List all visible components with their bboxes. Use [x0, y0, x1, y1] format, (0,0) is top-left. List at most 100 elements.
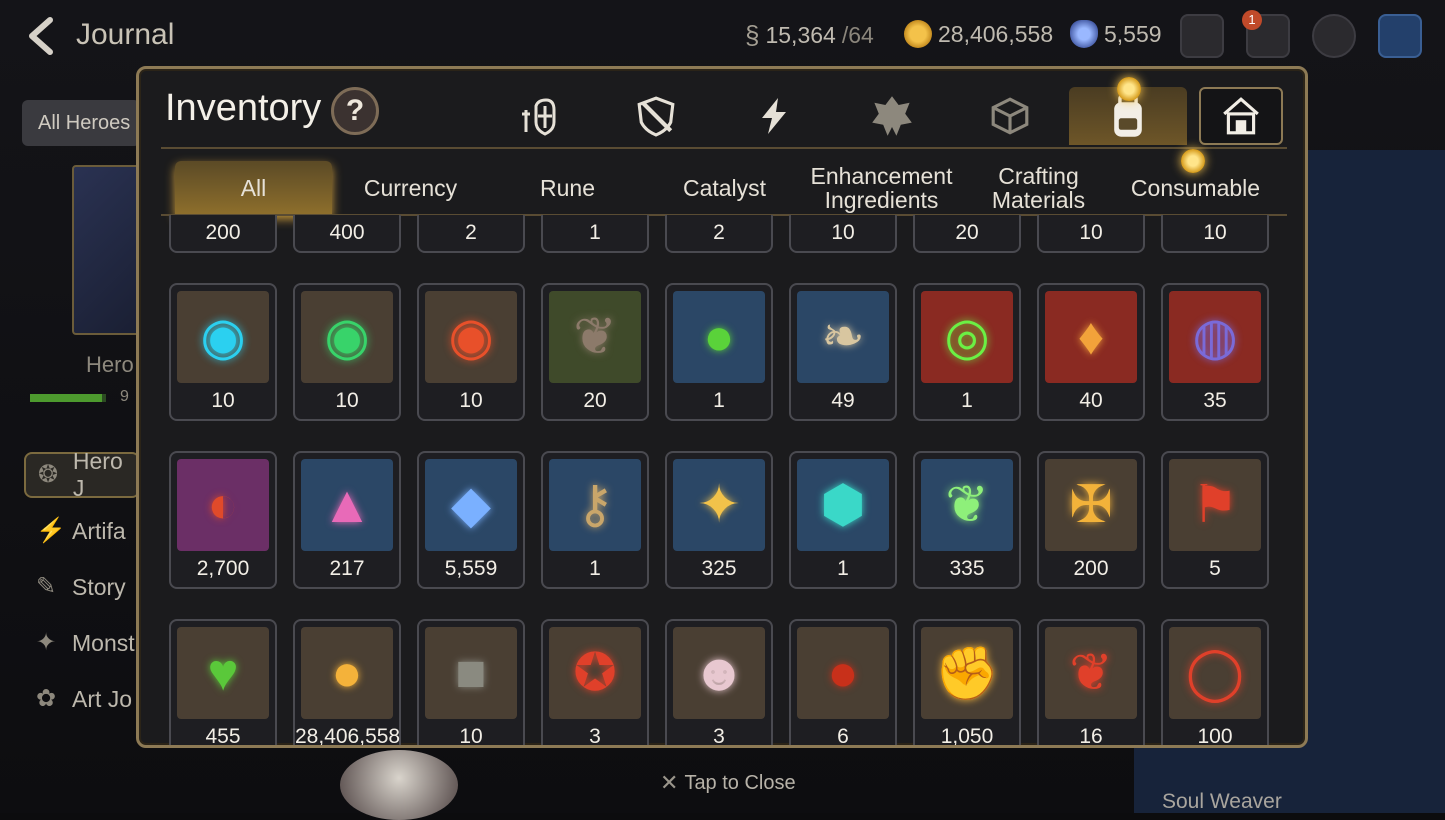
tab-hero-gear[interactable]: [479, 87, 597, 145]
inventory-item[interactable]: ❧49: [789, 283, 897, 421]
pendant-icon: ◍: [1169, 291, 1261, 383]
tab-material[interactable]: [951, 87, 1069, 145]
skystone-display[interactable]: 5,559: [1070, 20, 1162, 48]
item-quantity: 3: [543, 725, 647, 748]
gold-emblem-icon: ✠: [1045, 459, 1137, 551]
consumable-notification-dot: [1181, 149, 1205, 173]
inventory-item[interactable]: ▲217: [293, 451, 401, 589]
inventory-item[interactable]: ◉ 10: [417, 283, 525, 421]
inventory-item[interactable]: ◯100: [1161, 619, 1269, 748]
subtab-rune[interactable]: Rune: [489, 161, 646, 215]
amber-crystal-icon: ♦: [1045, 291, 1137, 383]
inventory-item[interactable]: ✪3: [541, 619, 649, 748]
inventory-item[interactable]: 400: [293, 215, 401, 253]
inventory-item[interactable]: ◆5,559: [417, 451, 525, 589]
inventory-item[interactable]: ❦20: [541, 283, 649, 421]
inventory-item[interactable]: ❦335: [913, 451, 1021, 589]
stone-cube-icon: ■: [425, 627, 517, 719]
help-button[interactable]: ?: [331, 87, 379, 135]
inventory-item[interactable]: ✊1,050: [913, 619, 1021, 748]
inventory-item[interactable]: ■10: [417, 619, 525, 748]
subtab-currency[interactable]: Currency: [332, 161, 489, 215]
item-quantity: 200: [1039, 557, 1143, 581]
inventory-item[interactable]: ◐2,700: [169, 451, 277, 589]
stamina-value: 15,364: [765, 22, 835, 49]
inventory-item[interactable]: ●28,406,558: [293, 619, 401, 748]
tab-storage[interactable]: [1199, 87, 1283, 145]
inventory-item[interactable]: ⚷1: [541, 451, 649, 589]
subtab-crafting[interactable]: Crafting Materials: [960, 161, 1117, 215]
shop-button[interactable]: [1180, 14, 1224, 58]
cube-icon: [989, 95, 1031, 137]
inventory-item[interactable]: 200: [169, 215, 277, 253]
inventory-item[interactable]: 2: [417, 215, 525, 253]
gold-display[interactable]: 28,406,558: [904, 20, 1053, 48]
stamina-display[interactable]: § 15,364/64: [745, 20, 874, 51]
item-quantity: 10: [419, 389, 523, 413]
subtab-catalyst[interactable]: Catalyst: [646, 161, 803, 215]
blue-rune-icon: ◉: [177, 291, 269, 383]
inventory-item[interactable]: 10: [789, 215, 897, 253]
inventory-item[interactable]: ●1: [665, 283, 773, 421]
sidebar-item-label: Story: [72, 574, 126, 601]
leaf-icon: ❦: [921, 459, 1013, 551]
tab-crest[interactable]: [833, 87, 951, 145]
sub-tabs: All Currency Rune Catalyst Enhancement I…: [175, 161, 1274, 215]
item-quantity: 2: [419, 221, 523, 245]
inventory-item[interactable]: ☻3: [665, 619, 773, 748]
inventory-item[interactable]: 20: [913, 215, 1021, 253]
inventory-grid-viewport[interactable]: 20040021210201010◉10◉10◉10❦20●1❧49◎1♦40◍…: [169, 215, 1279, 748]
inventory-item[interactable]: ◉10: [169, 283, 277, 421]
inventory-item[interactable]: ⬢1: [789, 451, 897, 589]
inventory-item[interactable]: ❦16: [1037, 619, 1145, 748]
sidebar-item-monster[interactable]: ✦Monst: [24, 620, 140, 666]
menu-button[interactable]: [1378, 14, 1422, 58]
tab-armor[interactable]: [597, 87, 715, 145]
inventory-item[interactable]: ●6: [789, 619, 897, 748]
sidebar-item-art-journal[interactable]: ✿Art Jo: [24, 676, 140, 722]
inventory-item[interactable]: ♥455: [169, 619, 277, 748]
hero-portrait[interactable]: [340, 750, 458, 820]
lightning-icon: ⚡: [36, 517, 64, 545]
subtab-all[interactable]: All: [175, 161, 332, 215]
inventory-item[interactable]: ◎1: [913, 283, 1021, 421]
item-quantity: 49: [791, 389, 895, 413]
subtab-enhancement[interactable]: Enhancement Ingredients: [803, 161, 960, 215]
item-quantity: 1: [543, 221, 647, 245]
inventory-grid: 20040021210201010◉10◉10◉10❦20●1❧49◎1♦40◍…: [169, 215, 1269, 748]
red-band-icon: ◯: [1169, 627, 1261, 719]
skystone-icon: [1070, 20, 1098, 48]
item-quantity: 3: [667, 725, 771, 748]
item-quantity: 455: [171, 725, 275, 748]
inventory-item[interactable]: ✦325: [665, 451, 773, 589]
tab-skill[interactable]: [715, 87, 833, 145]
inventory-item[interactable]: ⚑5: [1161, 451, 1269, 589]
red-rune-icon: ◉: [425, 291, 517, 383]
modal-title: Inventory: [165, 87, 321, 130]
mail-button[interactable]: 1: [1246, 14, 1290, 58]
inventory-item[interactable]: 10: [1161, 215, 1269, 253]
item-quantity: 1: [667, 389, 771, 413]
sidebar-item-label: Hero J: [73, 448, 138, 502]
item-quantity: 5,559: [419, 557, 523, 581]
hero-filter-dropdown[interactable]: All Heroes: [22, 100, 140, 146]
green-orb-icon: ◎: [921, 291, 1013, 383]
item-quantity: 40: [1039, 389, 1143, 413]
skystone-value: 5,559: [1104, 21, 1162, 48]
chat-button[interactable]: [1312, 14, 1356, 58]
inventory-item[interactable]: 1: [541, 215, 649, 253]
tab-items[interactable]: [1069, 87, 1187, 145]
sidebar-item-hero-journal[interactable]: ❂Hero J: [24, 452, 140, 498]
inventory-item[interactable]: ✠ 200: [1037, 451, 1145, 589]
pink-mountain-icon: ▲: [301, 459, 393, 551]
inventory-item[interactable]: 2: [665, 215, 773, 253]
inventory-item[interactable]: ♦ 40: [1037, 283, 1145, 421]
inventory-item[interactable]: ◉10: [293, 283, 401, 421]
inventory-item[interactable]: ◍35: [1161, 283, 1269, 421]
sidebar-item-artifact[interactable]: ⚡Artifa: [24, 508, 140, 554]
back-button[interactable]: [22, 16, 62, 56]
sidebar-item-story[interactable]: ✎Story: [24, 564, 140, 610]
tap-to-close[interactable]: ✕ Tap to Close: [660, 770, 796, 796]
lava-orb-icon: ●: [797, 627, 889, 719]
inventory-item[interactable]: 10: [1037, 215, 1145, 253]
